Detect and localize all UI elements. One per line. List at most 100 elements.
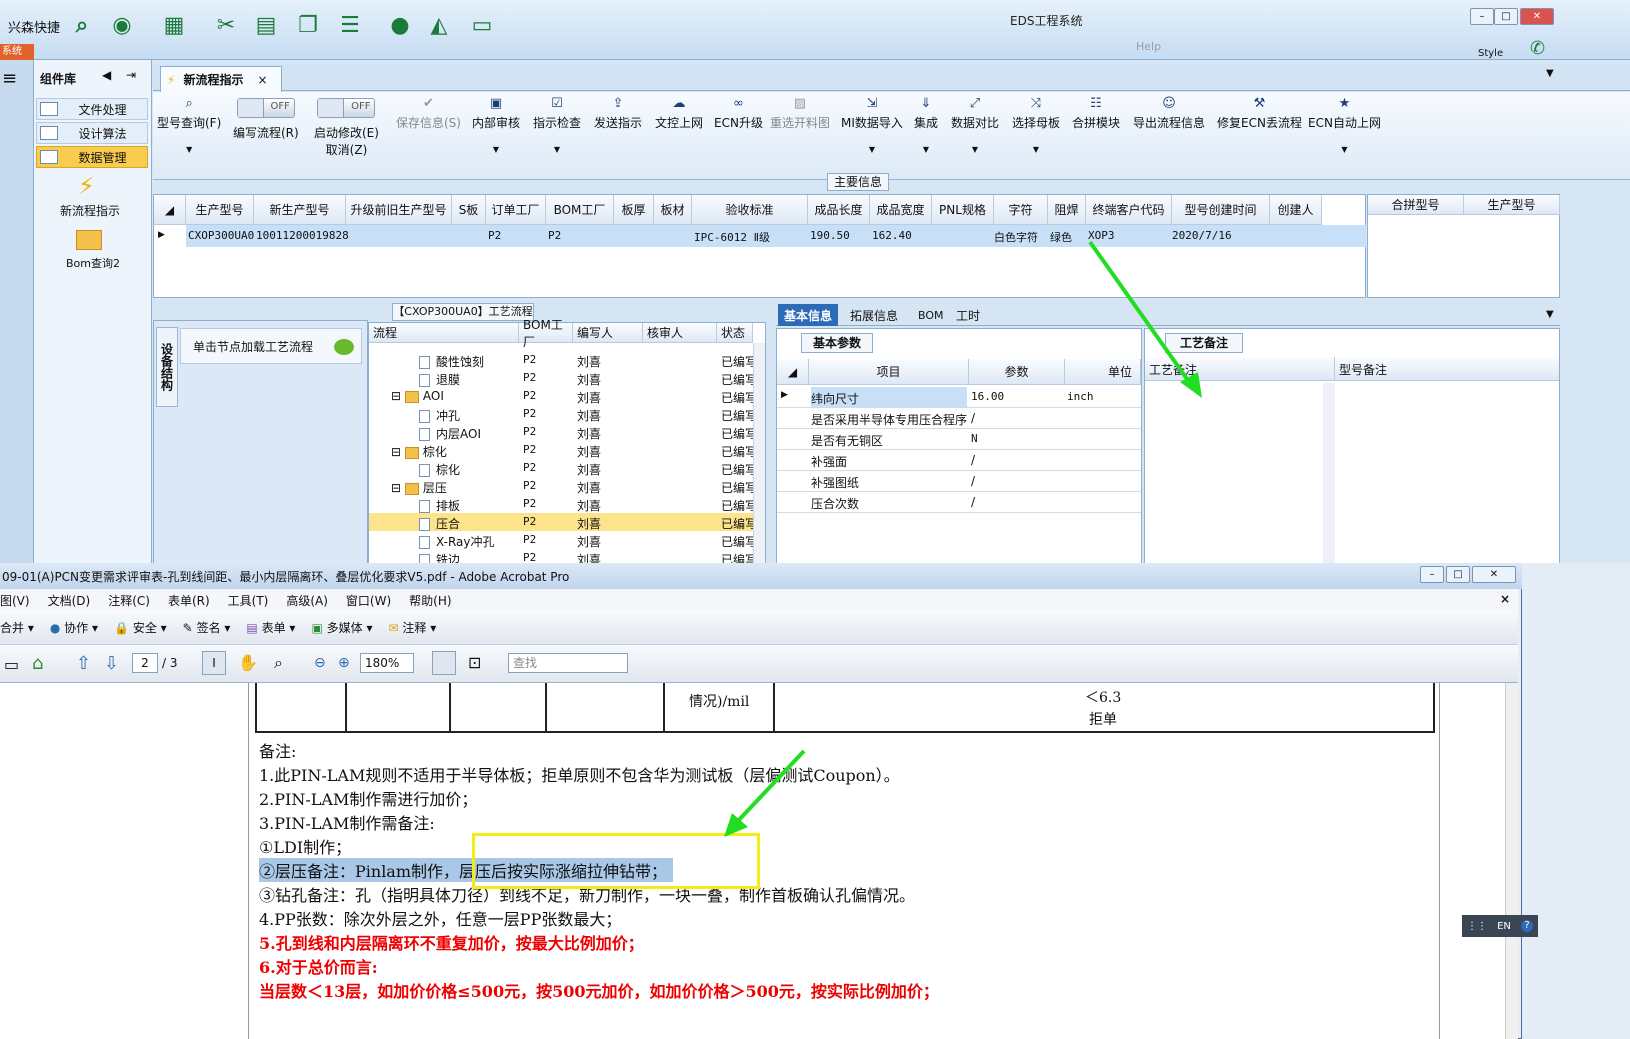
globe-icon[interactable]: ◉ (108, 10, 136, 40)
select-tool-icon[interactable]: I (202, 651, 226, 675)
menu-tools[interactable]: 工具(T) (228, 592, 269, 609)
acrobat-minimize-button[interactable]: – (1420, 566, 1444, 583)
comment-button[interactable]: ✉ 注释 ▾ (388, 619, 436, 636)
list-icon[interactable]: ☰ (336, 10, 364, 40)
sign-button[interactable]: ✎ 签名 ▾ (183, 619, 231, 636)
tool-bom-query[interactable]: Bom查询2 (66, 255, 120, 271)
col-header[interactable]: 终端客户代码 (1086, 195, 1172, 225)
scrollbar[interactable] (1323, 383, 1335, 569)
model-query-button[interactable]: ⌕ 型号查询(F) ▼ (157, 96, 221, 154)
acrobat-close-button[interactable]: ✕ (1472, 566, 1516, 583)
list-item[interactable]: X-Ray冲孔 P2 刘喜 已编写 (369, 531, 757, 549)
list-item[interactable]: 排板 P2 刘喜 已编写 (369, 495, 757, 513)
col-header[interactable]: 状态 (717, 323, 753, 343)
sidebar-item-data[interactable]: 数据管理 (36, 146, 148, 168)
scrollbar[interactable] (753, 343, 765, 569)
ecn-auto-upload-button[interactable]: ★ ECN自动上网 ▼ (1308, 96, 1381, 154)
doc-upload-button[interactable]: ☁ 文控上网 (655, 96, 703, 131)
menu-document[interactable]: 文档(D) (48, 592, 91, 609)
close-button[interactable]: ✕ (1520, 8, 1554, 25)
collaborate-button[interactable]: ● 协作 ▾ (50, 619, 98, 636)
tab-hours[interactable]: 工时 (950, 304, 986, 326)
col-header[interactable]: 新生产型号 (254, 195, 346, 225)
phone-icon[interactable]: ✆ (1530, 38, 1545, 59)
list-item[interactable]: 冲孔 P2 刘喜 已编写 (369, 405, 757, 423)
col-header[interactable]: 成品宽度 (870, 195, 932, 225)
list-item-selected[interactable]: 压合 P2 刘喜 已编写 (369, 513, 757, 531)
menu-comment[interactable]: 注释(C) (108, 592, 150, 609)
table-row[interactable]: 补强图纸 / (777, 471, 1141, 492)
col-header[interactable]: 编写人 (573, 323, 643, 343)
find-input[interactable]: 查找 (508, 653, 628, 673)
sidebar-item-file[interactable]: 文件处理 (36, 98, 148, 120)
list-item[interactable]: 内层AOI P2 刘喜 已编写 (369, 423, 757, 441)
table-row[interactable]: 是否有无铜区 N (777, 429, 1141, 450)
col-header[interactable]: 流程 (369, 323, 519, 343)
help-icon[interactable]: ? (1520, 920, 1533, 932)
tab-dropdown-icon[interactable]: ▼ (1546, 68, 1554, 79)
minimize-button[interactable]: – (1470, 8, 1494, 25)
col-header[interactable]: S板 (452, 195, 486, 225)
col-header[interactable]: 订单工厂 (486, 195, 546, 225)
zoom-tool-icon[interactable]: ⌕ (274, 653, 283, 673)
tab-bom[interactable]: BOM (912, 304, 950, 326)
table-row[interactable]: 是否采用半导体专用压合程序 / (777, 408, 1141, 429)
integrate-button[interactable]: ⇓ 集成 ▼ (914, 96, 938, 154)
list-item[interactable]: ⊟ 棕化 P2 刘喜 已编写 (369, 441, 757, 459)
folder-icon[interactable] (76, 230, 102, 250)
security-button[interactable]: 🔒 安全 ▾ (114, 619, 167, 636)
vertical-tab-equipment[interactable]: 设备结构 (156, 327, 178, 407)
multimedia-button[interactable]: ▣ 多媒体 ▾ (311, 619, 372, 636)
merge-module-button[interactable]: ☷ 合拼模块 (1072, 96, 1120, 131)
acrobat-maximize-button[interactable]: □ (1446, 566, 1470, 583)
col-header[interactable]: 成品长度 (808, 195, 870, 225)
col-header[interactable]: 阻焊 (1048, 195, 1086, 225)
select-mother-button[interactable]: ⤨ 选择母板 ▼ (1012, 96, 1060, 154)
col-header[interactable]: 合拼型号 (1368, 195, 1464, 215)
page-number-input[interactable]: 2 (132, 653, 158, 673)
hand-tool-icon[interactable]: ✋ (238, 653, 258, 672)
zoom-in-icon[interactable]: ⊕ (338, 655, 350, 671)
col-header[interactable]: 核审人 (643, 323, 717, 343)
table-row[interactable]: 压合次数 / (777, 492, 1141, 513)
copy-icon[interactable]: ❐ (294, 10, 322, 40)
write-flow-toggle[interactable]: OFF 编写流程(R) (233, 98, 299, 141)
tab-new-flow[interactable]: ⚡ 新流程指示 × (160, 66, 282, 92)
start-edit-toggle[interactable]: OFF 启动修改(E) 取消(Z) (314, 98, 379, 158)
doc-close-icon[interactable]: × (1500, 592, 1510, 606)
col-header[interactable]: 验收标准 (692, 195, 808, 225)
col-header[interactable]: 项目 (809, 359, 969, 385)
list-item[interactable]: 酸性蚀刻 P2 刘喜 已编写 (369, 351, 757, 369)
ecn-upgrade-button[interactable]: ∞ ECN升级 (714, 96, 763, 131)
search-icon[interactable]: ⌕ (68, 10, 96, 40)
fit-width-icon[interactable] (432, 651, 456, 675)
check-instruction-button[interactable]: ☑ 指示检查 ▼ (533, 96, 581, 154)
menu-icon[interactable]: ≡ (2, 68, 17, 89)
maximize-button[interactable]: □ (1494, 8, 1518, 25)
repair-ecn-button[interactable]: ⚒ 修复ECN丢流程 (1217, 96, 1302, 131)
user-icon[interactable]: ● (386, 10, 414, 40)
pin-icon[interactable]: ⇥ (126, 68, 136, 82)
page-thumb-icon[interactable]: ▭ (4, 655, 19, 674)
col-header[interactable]: BOM工厂 (519, 318, 573, 349)
save-info-button[interactable]: ✔ 保存信息(S) (396, 96, 461, 131)
pdf-scrollbar[interactable] (1505, 683, 1518, 1039)
lightning-icon[interactable]: ⚡ (78, 172, 95, 200)
col-header[interactable]: BOM工厂 (546, 195, 614, 225)
col-header[interactable]: 型号备注 (1335, 357, 1559, 381)
send-instruction-button[interactable]: ⇪ 发送指示 (594, 96, 642, 131)
internal-review-button[interactable]: ▣ 内部审核 ▼ (472, 96, 520, 154)
mi-import-button[interactable]: ⇲ MI数据导入 ▼ (841, 96, 903, 154)
zoom-out-icon[interactable]: ⊖ (314, 655, 326, 671)
zoom-field[interactable]: 180% (360, 653, 414, 673)
export-flow-button[interactable]: ☺ 导出流程信息 (1133, 96, 1205, 131)
forms-button[interactable]: ▤ 表单 ▾ (246, 619, 295, 636)
col-header[interactable]: 参数 (969, 359, 1065, 385)
col-header[interactable]: 生产型号 (186, 195, 254, 225)
film-icon[interactable]: ▤ (252, 10, 280, 40)
sidebar-item-design[interactable]: 设计算法 (36, 122, 148, 144)
menu-help[interactable]: 帮助(H) (409, 592, 451, 609)
language-bar[interactable]: ⋮⋮ EN ? (1462, 915, 1538, 937)
fit-page-icon[interactable]: ⊡ (468, 653, 481, 672)
list-item[interactable]: ⊟ AOI P2 刘喜 已编写 (369, 387, 757, 405)
